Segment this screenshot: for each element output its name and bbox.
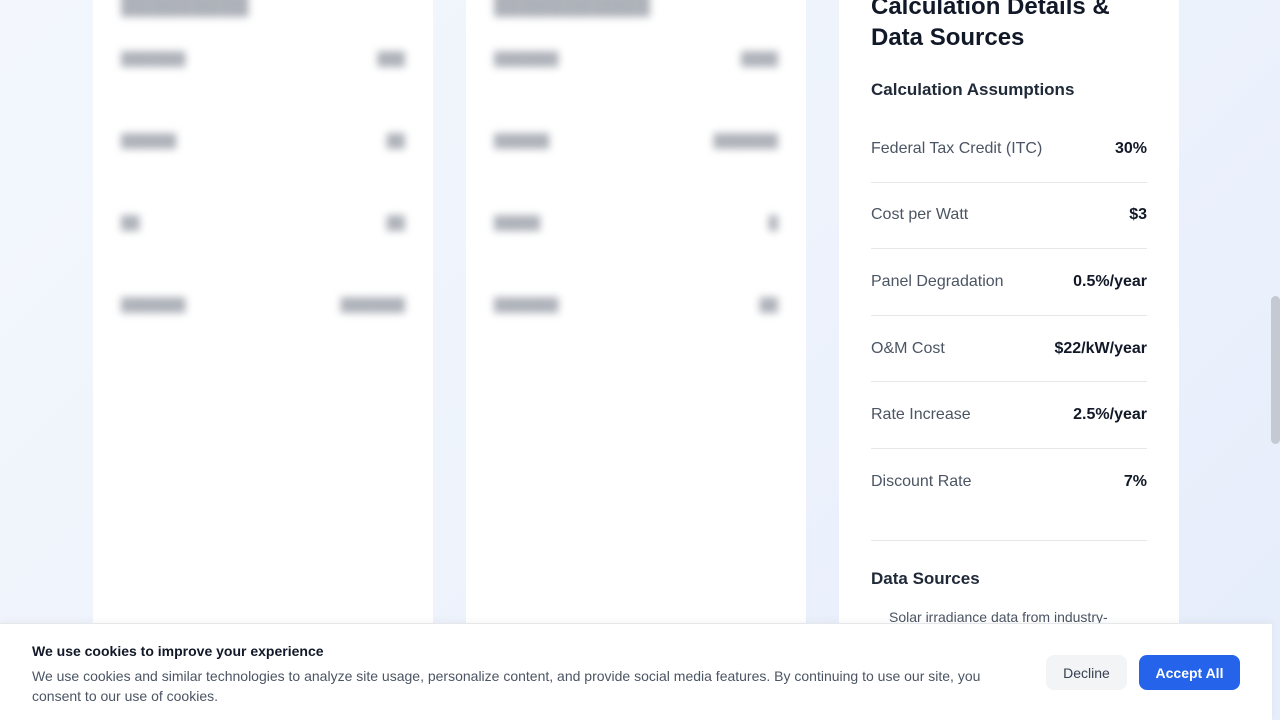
assumption-row-cost-per-watt: Cost per Watt $3 (871, 183, 1147, 250)
section-divider (871, 539, 1147, 541)
assumption-value: 2.5%/year (1073, 406, 1147, 424)
accept-all-button[interactable]: Accept All (1139, 655, 1240, 690)
assumption-row-itc: Federal Tax Credit (ITC) 30% (871, 116, 1147, 183)
scrollbar[interactable] (1271, 0, 1280, 720)
assumption-label: Discount Rate (871, 473, 972, 491)
assumption-row-discount-rate: Discount Rate 7% (871, 449, 1147, 516)
financial-analysis-card: █████████ ███████ ███ ██████ ██ ██ ██ █████… (93, 0, 433, 720)
cookie-banner-title: We use cookies to improve your experienc… (32, 643, 324, 659)
assumption-row-om-cost: O&M Cost $22/kW/year (871, 316, 1147, 383)
environmental-impact-card: ███████████ ███████ ████ ██████ ███████ ██… (466, 0, 806, 720)
assumption-value: $22/kW/year (1054, 339, 1147, 357)
assumption-label: Rate Increase (871, 406, 971, 424)
assumption-label: Cost per Watt (871, 206, 969, 224)
cookie-banner-text: We use cookies and similar technologies … (32, 668, 981, 704)
assumption-row-rate-increase: Rate Increase 2.5%/year (871, 382, 1147, 449)
assumption-label: O&M Cost (871, 339, 945, 357)
assumptions-title: Calculation Assumptions (871, 80, 1075, 99)
blurred-content: ███████████ ███████ ████ ██████ ███████ ██… (494, 0, 778, 312)
blurred-content: █████████ ███████ ███ ██████ ██ ██ ██ █████… (121, 0, 405, 312)
assumptions-list: Federal Tax Credit (ITC) 30% Cost per Wa… (871, 116, 1147, 516)
cookie-banner: We use cookies to improve your experienc… (0, 623, 1272, 720)
scrollbar-thumb[interactable] (1271, 296, 1280, 444)
assumption-label: Federal Tax Credit (ITC) (871, 139, 1043, 157)
calc-panel-title: Calculation Details & Data Sources (871, 0, 1110, 51)
assumption-value: $3 (1129, 206, 1147, 224)
assumption-label: Panel Degradation (871, 272, 1004, 290)
decline-button[interactable]: Decline (1046, 655, 1127, 690)
assumption-value: 0.5%/year (1073, 272, 1147, 290)
data-sources-title: Data Sources (871, 568, 980, 588)
assumption-value: 30% (1114, 139, 1147, 157)
assumption-value: 7% (1123, 473, 1147, 491)
assumption-row-panel-degradation: Panel Degradation 0.5%/year (871, 249, 1147, 316)
calculation-details-card: Calculation Details & Data Sources Calcu… (839, 0, 1179, 720)
